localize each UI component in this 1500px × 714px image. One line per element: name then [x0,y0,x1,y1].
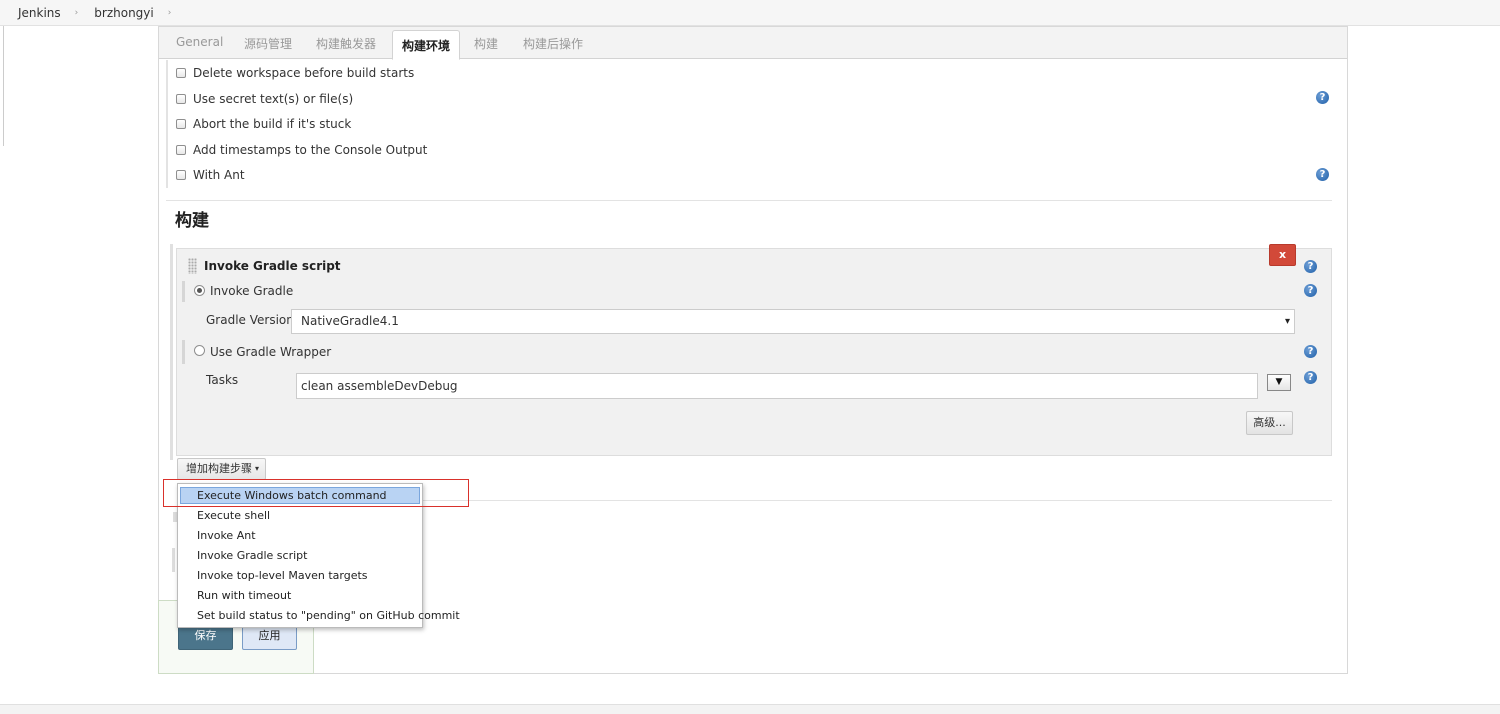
option-label: Add timestamps to the Console Output [193,143,428,157]
help-icon[interactable]: ? [1304,284,1317,297]
checkbox[interactable] [176,145,186,155]
menu-item-invoke-ant[interactable]: Invoke Ant [197,529,256,542]
add-build-step-label: 增加构建步骤 [186,462,252,475]
option-timestamps[interactable]: Add timestamps to the Console Output [176,143,427,157]
drag-handle-icon[interactable] [188,258,197,274]
option-abort-stuck[interactable]: Abort the build if it's stuck [176,117,351,131]
chevron-down-icon: ▾ [254,464,259,473]
menu-item-invoke-gradle[interactable]: Invoke Gradle script [197,549,307,562]
radio-group-bar [182,340,185,364]
menu-item-execute-shell[interactable]: Execute shell [197,509,270,522]
tab-build[interactable]: 构建 [474,35,498,52]
hidden-content-edge [172,548,175,572]
gradle-version-label: Gradle Version [206,313,294,327]
options-group-bar [166,60,168,188]
tab-scm[interactable]: 源码管理 [244,35,292,52]
expand-textarea-button[interactable]: ▼ [1267,374,1291,391]
radio-group-bar [182,281,185,302]
advanced-button[interactable]: 高级... [1246,411,1293,435]
gradle-version-value: NativeGradle4.1 [301,314,399,328]
breadcrumb-separator-icon[interactable]: › [168,8,172,18]
tasks-label: Tasks [206,373,239,387]
help-icon[interactable]: ? [1304,260,1317,273]
help-icon[interactable]: ? [1316,168,1329,181]
gradle-step-box [176,248,1332,456]
breadcrumb: Jenkins › brzhongyi › [0,0,1500,26]
gradle-version-select[interactable]: NativeGradle4.1 ▾ [291,309,1295,334]
help-icon[interactable]: ? [1316,91,1329,104]
add-build-step-button[interactable]: 增加构建步骤 ▾ [177,458,266,480]
option-label: Use secret text(s) or file(s) [193,92,354,106]
option-label: With Ant [193,168,245,182]
delete-step-button[interactable]: x [1269,244,1296,266]
invoke-gradle-radio[interactable] [194,285,205,296]
breadcrumb-separator-icon[interactable]: › [75,8,79,18]
checkbox[interactable] [176,94,186,104]
chevron-down-icon: ▾ [1284,316,1290,327]
breadcrumb-jenkins[interactable]: Jenkins [18,6,61,20]
option-secret-text[interactable]: Use secret text(s) or file(s) [176,92,353,106]
step-group-bar [170,244,173,460]
menu-item-timeout[interactable]: Run with timeout [197,589,291,602]
checkbox[interactable] [176,170,186,180]
footer-bar [0,704,1500,714]
use-wrapper-label[interactable]: Use Gradle Wrapper [210,345,331,359]
config-tabs: General 源码管理 构建触发器 构建环境 构建 构建后操作 [159,27,1347,60]
annotation-highlight-box [163,479,469,507]
option-delete-workspace[interactable]: Delete workspace before build starts [176,66,414,80]
option-label: Abort the build if it's stuck [193,117,352,131]
tasks-input[interactable]: clean assembleDevDebug [296,373,1258,399]
breadcrumb-project[interactable]: brzhongyi [94,6,153,20]
invoke-gradle-label[interactable]: Invoke Gradle [210,284,293,298]
tab-general[interactable]: General [176,35,223,49]
menu-item-github-status[interactable]: Set build status to "pending" on GitHub … [197,609,460,622]
tab-build-env[interactable]: 构建环境 [392,30,461,60]
help-icon[interactable]: ? [1304,345,1317,358]
option-with-ant[interactable]: With Ant [176,168,245,182]
checkbox[interactable] [176,68,186,78]
help-icon[interactable]: ? [1304,371,1317,384]
build-section-title: 构建 [175,211,209,231]
left-divider [3,26,4,146]
section-divider [166,200,1332,201]
option-label: Delete workspace before build starts [193,66,415,80]
use-wrapper-radio[interactable] [194,345,205,356]
tab-post-build[interactable]: 构建后操作 [523,35,583,52]
step-title: Invoke Gradle script [204,259,341,273]
menu-item-maven[interactable]: Invoke top-level Maven targets [197,569,368,582]
tab-triggers[interactable]: 构建触发器 [316,35,376,52]
checkbox[interactable] [176,119,186,129]
